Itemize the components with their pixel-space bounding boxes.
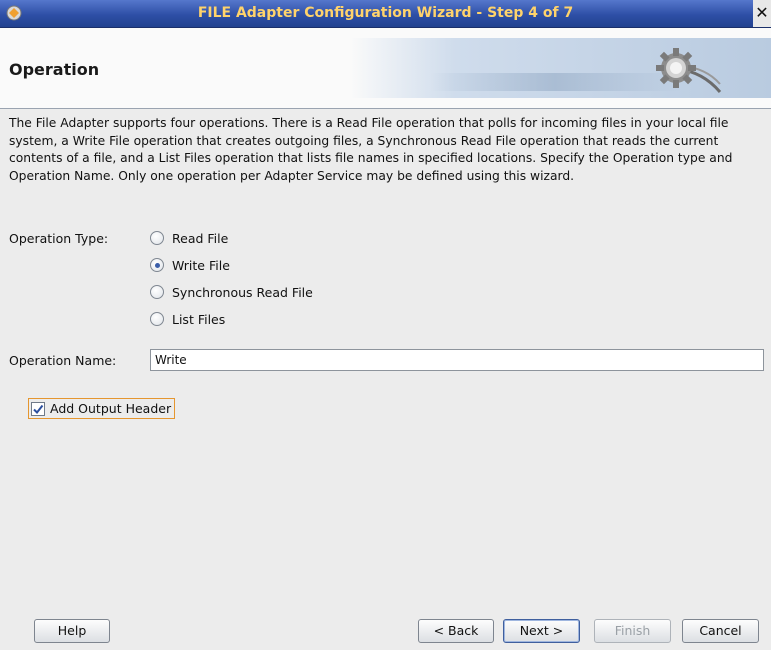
cancel-button[interactable]: Cancel [682, 619, 759, 643]
operation-name-input[interactable] [150, 349, 764, 371]
radio-label-synchronous-read-file: Synchronous Read File [172, 284, 313, 300]
checkmark-icon [33, 404, 44, 414]
close-icon[interactable]: ✕ [753, 0, 771, 27]
radio-read-file[interactable]: Read File [150, 228, 228, 248]
page-title: Operation [9, 60, 100, 79]
wizard-content: The File Adapter supports four operation… [0, 109, 771, 650]
radio-label-write-file: Write File [172, 257, 230, 273]
radio-button[interactable] [150, 285, 164, 299]
operation-name-label: Operation Name: [9, 353, 117, 368]
add-output-header-checkbox[interactable]: Add Output Header [28, 398, 176, 419]
wizard-header: Operation [0, 28, 771, 109]
radio-synchronous-read-file[interactable]: Synchronous Read File [150, 282, 313, 302]
help-button[interactable]: Help [34, 619, 110, 643]
radio-label-read-file: Read File [172, 230, 229, 246]
checkbox-box[interactable] [31, 401, 45, 416]
add-output-header-label: Add Output Header [50, 401, 172, 416]
radio-button-selected[interactable] [150, 258, 164, 272]
window-title-bar[interactable]: FILE Adapter Configuration Wizard - Step… [0, 0, 771, 28]
gear-icon [656, 48, 722, 93]
radio-button[interactable] [150, 231, 164, 245]
radio-label-list-files: List Files [172, 311, 226, 327]
header-banner-streak [430, 73, 680, 91]
radio-write-file[interactable]: Write File [150, 255, 230, 275]
operation-description: The File Adapter supports four operation… [9, 116, 733, 183]
radio-button[interactable] [150, 312, 164, 326]
operation-type-label: Operation Type: [9, 231, 109, 246]
next-button[interactable]: Next > [503, 619, 580, 643]
window-title: FILE Adapter Configuration Wizard - Step… [197, 5, 574, 21]
back-button[interactable]: < Back [418, 619, 494, 643]
finish-button: Finish [594, 619, 671, 643]
radio-list-files[interactable]: List Files [150, 309, 225, 329]
